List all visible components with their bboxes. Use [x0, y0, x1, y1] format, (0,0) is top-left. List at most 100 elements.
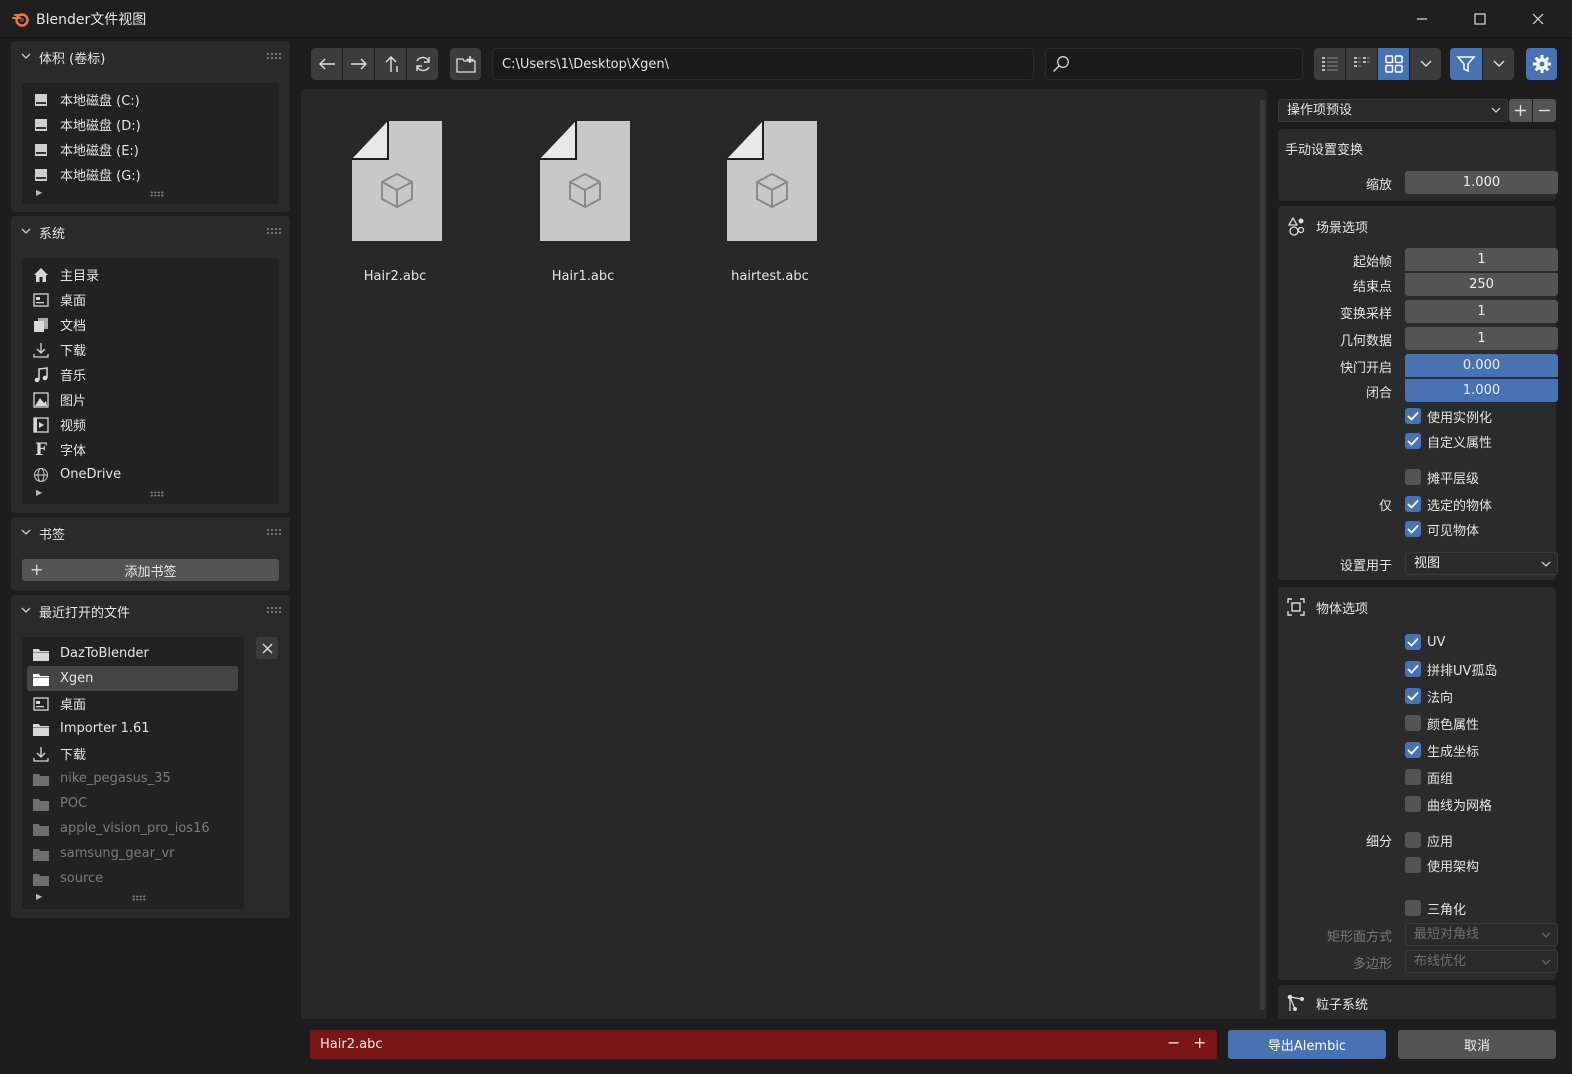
add-bookmark-button[interactable]: + 添加书签: [22, 559, 279, 581]
settings-for-dropdown[interactable]: 视图: [1405, 552, 1558, 575]
drag-grip-icon[interactable]: [266, 227, 282, 235]
decrement-filename-button[interactable]: −: [1167, 1033, 1180, 1052]
directory-path-input[interactable]: C:\Users\1\Desktop\Xgen\: [492, 48, 1034, 80]
system-panel-header[interactable]: 系统: [11, 216, 290, 248]
new-folder-button[interactable]: [450, 48, 481, 80]
use-schema-checkbox[interactable]: 使用架构: [1405, 856, 1479, 875]
geom-samples-field[interactable]: 1: [1405, 327, 1558, 350]
file-item[interactable]: Hair2.abc: [301, 121, 461, 301]
view-horizontal-list-button[interactable]: [1346, 48, 1377, 80]
use-instancing-checkbox[interactable]: 使用实例化: [1405, 407, 1492, 426]
filter-settings-dropdown[interactable]: [1483, 48, 1514, 80]
sidebar-item-drive-e[interactable]: 本地磁盘 (E:): [22, 137, 279, 162]
sidebar-item-home[interactable]: 主目录: [22, 262, 279, 287]
sidebar-item-drive-d[interactable]: 本地磁盘 (D:): [22, 112, 279, 137]
back-button[interactable]: [311, 48, 342, 80]
filename-input[interactable]: Hair2.abc − +: [310, 1030, 1217, 1059]
recent-item-missing[interactable]: samsung_gear_vr: [27, 841, 238, 866]
settings-toggle-button[interactable]: [1526, 48, 1557, 80]
drag-grip-icon[interactable]: [266, 606, 282, 614]
custom-properties-checkbox[interactable]: 自定义属性: [1405, 432, 1492, 451]
sidebar-item-onedrive[interactable]: OneDrive: [22, 462, 279, 487]
sidebar-item-videos[interactable]: 视频: [22, 412, 279, 437]
scale-field[interactable]: 1.000: [1405, 171, 1558, 194]
color-attributes-checkbox[interactable]: 颜色属性: [1405, 714, 1479, 733]
recent-item-selected[interactable]: Xgen: [27, 666, 238, 691]
recent-item[interactable]: Importer 1.61: [27, 716, 238, 741]
sidebar-item-drive-g[interactable]: 本地磁盘 (G:): [22, 162, 279, 187]
expand-triangle-icon[interactable]: ▶: [36, 892, 42, 901]
expand-triangle-icon[interactable]: ▶: [36, 188, 42, 197]
drag-grip-icon[interactable]: [266, 528, 282, 536]
cancel-button[interactable]: 取消: [1398, 1030, 1556, 1059]
sidebar-item-pictures[interactable]: 图片: [22, 387, 279, 412]
generated-coords-checkbox[interactable]: 生成坐标: [1405, 741, 1479, 760]
minimize-button[interactable]: [1392, 0, 1452, 38]
flatten-checkbox[interactable]: 摊平层级: [1405, 468, 1479, 487]
refresh-button[interactable]: [407, 48, 438, 80]
increment-filename-button[interactable]: +: [1193, 1033, 1206, 1052]
file-item[interactable]: Hair1.abc: [489, 121, 649, 301]
particle-systems-panel[interactable]: 粒子系统: [1278, 985, 1556, 1019]
view-vertical-list-button[interactable]: [1314, 48, 1345, 80]
new-folder-icon: [455, 56, 476, 73]
sidebar-item-downloads[interactable]: 下载: [22, 337, 279, 362]
file-item[interactable]: hairtest.abc: [676, 121, 836, 301]
expand-triangle-icon[interactable]: ▶: [36, 488, 42, 497]
filter-toggle-button[interactable]: [1450, 48, 1482, 80]
close-window-button[interactable]: [1508, 0, 1568, 38]
add-preset-button[interactable]: [1509, 99, 1532, 122]
bookmarks-panel-header[interactable]: 书签: [11, 517, 290, 549]
frame-end-field[interactable]: 250: [1405, 273, 1558, 296]
forward-button[interactable]: [343, 48, 374, 80]
sidebar-item-fonts[interactable]: F 字体: [22, 437, 279, 462]
export-alembic-button[interactable]: 导出Alembic: [1228, 1030, 1386, 1059]
normals-checkbox[interactable]: 法向: [1405, 687, 1453, 706]
volumes-panel-header[interactable]: 体积 (卷标): [11, 41, 290, 73]
xform-samples-field[interactable]: 1: [1405, 300, 1558, 323]
recent-item-missing[interactable]: apple_vision_pro_ios16: [27, 816, 238, 841]
parent-dir-button[interactable]: [375, 48, 406, 80]
clear-recent-button[interactable]: [256, 637, 278, 659]
quad-method-dropdown[interactable]: 最短对角线: [1405, 923, 1558, 946]
sidebar-item-documents[interactable]: 文档: [22, 312, 279, 337]
maximize-button[interactable]: [1450, 0, 1510, 38]
shutter-open-field[interactable]: 0.000: [1405, 354, 1558, 377]
selected-objects-checkbox[interactable]: 选定的物体: [1405, 495, 1492, 514]
recent-item[interactable]: DazToBlender: [27, 641, 238, 666]
recent-item[interactable]: 下载: [27, 741, 238, 766]
remove-preset-button[interactable]: [1533, 99, 1556, 122]
face-sets-checkbox[interactable]: 面组: [1405, 768, 1453, 787]
view-thumbnails-button[interactable]: [1378, 48, 1409, 80]
file-browser-area[interactable]: Hair2.abc Hair1.abc hairtest.abc: [301, 89, 1267, 1019]
sidebar-item-music[interactable]: 音乐: [22, 362, 279, 387]
recent-item[interactable]: 桌面: [27, 691, 238, 716]
visible-objects-checkbox[interactable]: 可见物体: [1405, 520, 1479, 539]
minus-icon: [1539, 109, 1550, 112]
resize-grip-icon[interactable]: [149, 191, 164, 197]
recent-item-missing[interactable]: nike_pegasus_35: [27, 766, 238, 791]
resize-grip-icon[interactable]: [132, 895, 146, 901]
recent-item-missing[interactable]: POC: [27, 791, 238, 816]
list-footer: ▶: [34, 188, 279, 200]
sidebar-item-drive-c[interactable]: 本地磁盘 (C:): [22, 87, 279, 112]
file-area-scrollbar[interactable]: [1260, 100, 1265, 1010]
shutter-close-label: 闭合: [1365, 386, 1392, 401]
uv-checkbox[interactable]: UV: [1405, 633, 1445, 651]
frame-start-field[interactable]: 1: [1405, 248, 1558, 271]
triangulate-checkbox[interactable]: 三角化: [1405, 899, 1466, 918]
drag-grip-icon[interactable]: [266, 52, 282, 60]
ngon-method-dropdown[interactable]: 布线优化: [1405, 950, 1558, 973]
checkmark-icon: [1405, 408, 1421, 424]
recent-item-missing[interactable]: source: [27, 866, 238, 891]
search-input[interactable]: [1045, 48, 1303, 80]
sidebar-item-desktop[interactable]: 桌面: [22, 287, 279, 312]
display-settings-dropdown[interactable]: [1410, 48, 1441, 80]
pack-uv-checkbox[interactable]: 拼排UV孤岛: [1405, 660, 1497, 679]
shutter-close-field[interactable]: 1.000: [1405, 379, 1558, 402]
apply-subdiv-checkbox[interactable]: 应用: [1405, 831, 1453, 850]
recent-panel-header[interactable]: 最近打开的文件: [11, 595, 290, 627]
resize-grip-icon[interactable]: [149, 491, 164, 497]
curves-as-mesh-checkbox[interactable]: 曲线为网格: [1405, 795, 1492, 814]
operator-preset-dropdown[interactable]: 操作项预设: [1278, 99, 1508, 122]
